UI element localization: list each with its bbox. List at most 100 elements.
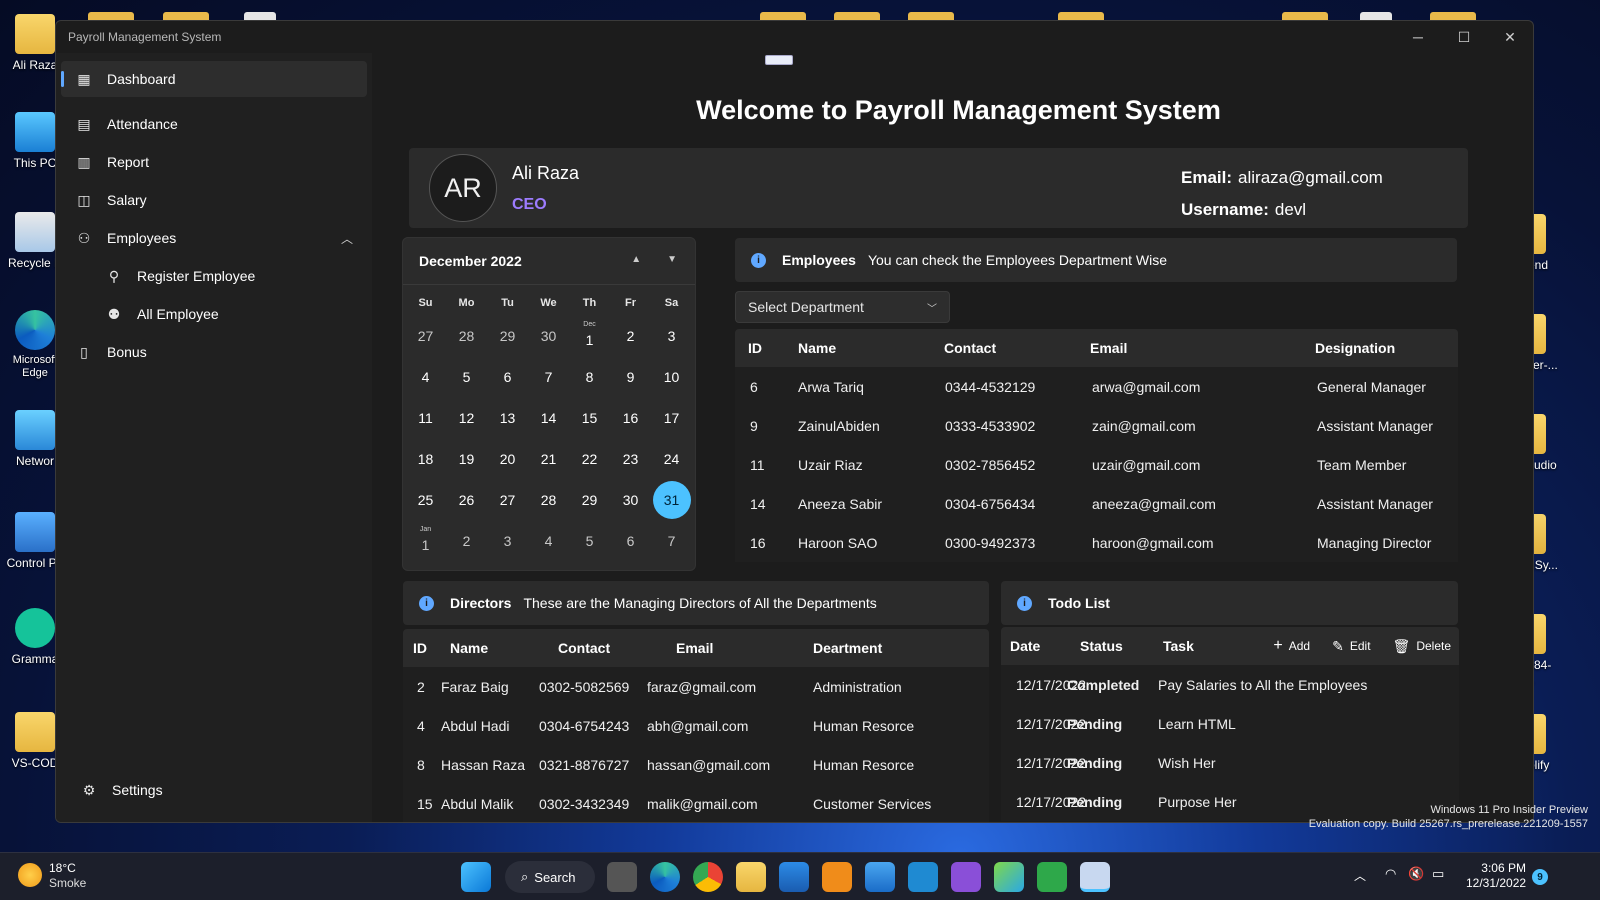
title-bar[interactable]: Payroll Management System bbox=[56, 21, 1533, 53]
sidebar-item-dashboard[interactable]: ▦ Dashboard bbox=[61, 61, 367, 97]
calendar-day[interactable]: 9 bbox=[610, 356, 651, 397]
payroll-app-icon[interactable] bbox=[1080, 862, 1110, 892]
calendar-day[interactable]: 17 bbox=[651, 397, 692, 438]
column-header[interactable]: Email bbox=[676, 640, 813, 656]
file-explorer-icon[interactable] bbox=[736, 862, 766, 892]
calendar-day[interactable]: 14 bbox=[528, 397, 569, 438]
calendar-day[interactable]: Jan 1 bbox=[405, 520, 446, 561]
calendar-day[interactable]: 23 bbox=[610, 438, 651, 479]
volume-muted-icon[interactable]: 🔇 bbox=[1408, 866, 1424, 882]
calendar-day[interactable]: 6 bbox=[610, 520, 651, 561]
table-row[interactable]: 8 Hassan Raza 0321-8876727 hassan@gmail.com… bbox=[403, 745, 989, 784]
calendar-day[interactable]: 26 bbox=[446, 479, 487, 520]
sidebar-item-settings[interactable]: ⚙ Settings bbox=[66, 772, 362, 808]
calendar-day[interactable]: 7 bbox=[528, 356, 569, 397]
windows-start-icon[interactable] bbox=[461, 862, 491, 892]
column-header[interactable]: Name bbox=[798, 340, 944, 356]
calendar-day[interactable]: 30 bbox=[610, 479, 651, 520]
calendar-day[interactable]: 3 bbox=[487, 520, 528, 561]
calendar-day[interactable]: 28 bbox=[528, 479, 569, 520]
table-row[interactable]: 11 Uzair Riaz 0302-7856452 uzair@gmail.com T… bbox=[735, 445, 1458, 484]
calendar-day[interactable]: 20 bbox=[487, 438, 528, 479]
triangle-up-icon[interactable]: ▲ bbox=[631, 254, 641, 265]
column-header[interactable]: ID bbox=[403, 640, 450, 656]
calendar-day[interactable]: 21 bbox=[528, 438, 569, 479]
sidebar-item-attendance[interactable]: ▤ Attendance bbox=[61, 106, 367, 142]
wifi-icon[interactable]: ◠ bbox=[1385, 866, 1396, 882]
table-row[interactable]: 2 Faraz Baig 0302-5082569 faraz@gmail.com Ad… bbox=[403, 667, 989, 706]
delete-button[interactable]: 🗑 Delete bbox=[1393, 638, 1451, 655]
maximize-button[interactable]: ☐ bbox=[1441, 21, 1487, 53]
sidebar-item-all-employee[interactable]: ⚉ All Employee bbox=[61, 296, 367, 332]
calendar-day[interactable]: 3 bbox=[651, 315, 692, 356]
microsoft-store-icon[interactable] bbox=[779, 862, 809, 892]
calendar-day[interactable]: 2 bbox=[610, 315, 651, 356]
table-row[interactable]: 15 Abdul Malik 0302-3432349 malik@gmail.com… bbox=[403, 784, 989, 822]
task-view-icon[interactable] bbox=[607, 862, 637, 892]
edit-button[interactable]: ✎ Edit bbox=[1332, 638, 1370, 655]
column-header[interactable]: Deartment bbox=[813, 640, 882, 656]
calendar-day[interactable]: 10 bbox=[651, 356, 692, 397]
column-header[interactable]: Status bbox=[1080, 638, 1163, 654]
sidebar-item-report[interactable]: ▥ Report bbox=[61, 144, 367, 180]
add-button[interactable]: + Add bbox=[1273, 637, 1310, 655]
calendar-day[interactable]: 15 bbox=[569, 397, 610, 438]
mongodb-compass-icon[interactable] bbox=[1037, 862, 1067, 892]
column-header[interactable]: Date bbox=[1001, 638, 1080, 654]
edge-icon[interactable] bbox=[650, 862, 680, 892]
calendar-day[interactable]: 5 bbox=[569, 520, 610, 561]
chevron-up-icon[interactable]: ︿ bbox=[341, 230, 353, 247]
sidebar-item-employees[interactable]: ⚇ Employees ︿ bbox=[61, 220, 367, 256]
chevron-up-icon[interactable]: ︿ bbox=[1354, 867, 1366, 884]
calendar-day[interactable]: 29 bbox=[487, 315, 528, 356]
weather-icon[interactable] bbox=[18, 863, 42, 887]
calendar-day[interactable]: 12 bbox=[446, 397, 487, 438]
calendar-day[interactable]: 24 bbox=[651, 438, 692, 479]
drag-handle-icon[interactable] bbox=[765, 55, 793, 65]
minimize-button[interactable]: ─ bbox=[1395, 21, 1441, 53]
chrome-icon[interactable] bbox=[693, 862, 723, 892]
table-row[interactable]: 14 Aneeza Sabir 0304-6756434 aneeza@gmail.c… bbox=[735, 484, 1458, 523]
visual-studio-icon[interactable] bbox=[951, 862, 981, 892]
table-row[interactable]: 12/17/2022 Pending Learn HTML bbox=[1001, 704, 1459, 743]
column-header[interactable]: Email bbox=[1090, 340, 1315, 356]
calendar-day[interactable]: 22 bbox=[569, 438, 610, 479]
column-header[interactable]: Contact bbox=[558, 640, 676, 656]
calendar-day[interactable]: 18 bbox=[405, 438, 446, 479]
notification-badge[interactable]: 9 bbox=[1532, 869, 1548, 885]
calendar-day[interactable]: 5 bbox=[446, 356, 487, 397]
sidebar-item-salary[interactable]: ◫ Salary bbox=[61, 182, 367, 218]
calendar-day[interactable]: Dec 1 bbox=[569, 315, 610, 356]
department-select[interactable]: Select Department ﹀ bbox=[735, 291, 950, 323]
battery-icon[interactable]: ▭ bbox=[1432, 866, 1444, 882]
calendar-day[interactable]: 11 bbox=[405, 397, 446, 438]
calendar-day[interactable]: 13 bbox=[487, 397, 528, 438]
calendar-day[interactable]: 6 bbox=[487, 356, 528, 397]
table-row[interactable]: 12/17/2022 Pending Wish Her bbox=[1001, 743, 1459, 782]
mail-icon[interactable] bbox=[865, 862, 895, 892]
calendar-day[interactable]: 27 bbox=[487, 479, 528, 520]
calendar-day[interactable]: 19 bbox=[446, 438, 487, 479]
calendar-day-today[interactable]: 31 bbox=[651, 479, 692, 520]
column-header[interactable]: Task bbox=[1163, 638, 1194, 654]
calendar-day[interactable]: 2 bbox=[446, 520, 487, 561]
calendar-day[interactable]: 4 bbox=[528, 520, 569, 561]
sidebar-item-bonus[interactable]: ▯ Bonus bbox=[61, 334, 367, 370]
column-header[interactable]: Contact bbox=[944, 340, 1090, 356]
sidebar-item-register-employee[interactable]: ⚲ Register Employee bbox=[61, 258, 367, 294]
calendar-day[interactable]: 27 bbox=[405, 315, 446, 356]
table-row[interactable]: 12/17/2022 Completed Pay Salaries to All t… bbox=[1001, 665, 1459, 704]
table-row[interactable]: 4 Abdul Hadi 0304-6754243 abh@gmail.com Huma… bbox=[403, 706, 989, 745]
snipping-tool-icon[interactable] bbox=[994, 862, 1024, 892]
calendar-day[interactable]: 28 bbox=[446, 315, 487, 356]
column-header[interactable]: Name bbox=[450, 640, 558, 656]
taskbar-search[interactable]: ⌕ Search bbox=[505, 861, 595, 893]
table-row[interactable]: 16 Haroon SAO 0300-9492373 haroon@gmail.com… bbox=[735, 523, 1458, 562]
calendar-day[interactable]: 29 bbox=[569, 479, 610, 520]
calendar-month-title[interactable]: December 2022 bbox=[419, 253, 522, 269]
weather-widget[interactable]: 18°C Smoke bbox=[49, 861, 86, 891]
table-row[interactable]: 6 Arwa Tariq 0344-4532129 arwa@gmail.com Gen… bbox=[735, 367, 1458, 406]
table-row[interactable]: 9 ZainulAbiden 0333-4533902 zain@gmail.com A… bbox=[735, 406, 1458, 445]
column-header[interactable]: ID bbox=[735, 340, 798, 356]
calendar-day[interactable]: 30 bbox=[528, 315, 569, 356]
